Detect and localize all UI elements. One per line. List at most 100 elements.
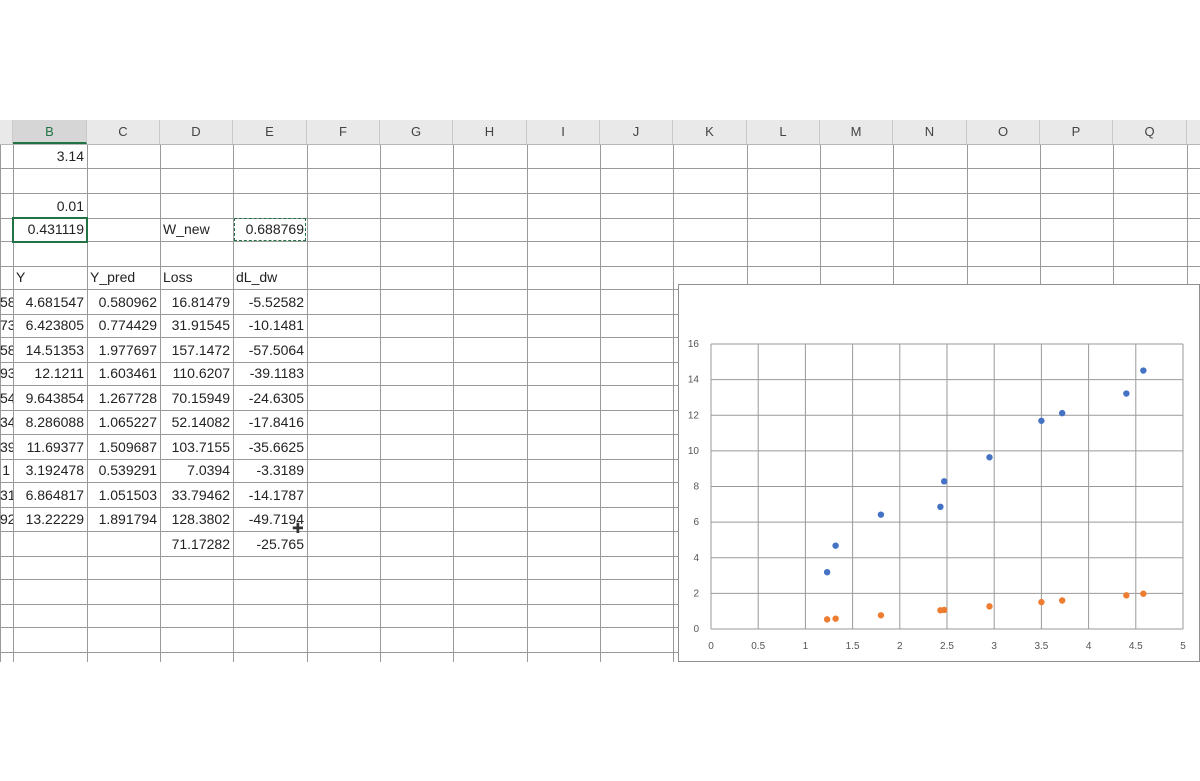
table-cell[interactable]: -5.52582 — [233, 291, 307, 314]
table-header-dl-dw[interactable]: dL_dw — [233, 266, 307, 289]
scatter-point-series-1 — [1140, 367, 1147, 374]
clipped-x-value[interactable]: 39 — [0, 436, 13, 459]
scatter-point-series-1 — [937, 503, 944, 511]
column-header-b[interactable]: B — [13, 120, 87, 144]
table-cell[interactable]: 1.051503 — [87, 484, 160, 507]
column-header-i[interactable]: I — [527, 120, 600, 144]
table-cell[interactable]: 31.91545 — [160, 314, 233, 337]
table-cell[interactable]: 157.1472 — [160, 339, 233, 362]
total-loss[interactable]: 71.17282 — [160, 533, 233, 556]
table-cell[interactable]: -39.1183 — [233, 362, 307, 385]
table-header-y[interactable]: Y — [13, 266, 87, 289]
x-tick-label: 4 — [1086, 641, 1092, 652]
scatter-point-series-1 — [877, 511, 885, 518]
y-tick-label: 8 — [693, 482, 699, 493]
scatter-chart-svg: 0 0.5 1 1.5 2 2.5 3 3.5 4 4.5 5 0 2 4 6 8 10 12 14 16 — [688, 339, 1186, 652]
column-header-d[interactable]: D — [160, 120, 233, 144]
table-cell[interactable]: 128.3802 — [160, 508, 233, 531]
table-cell[interactable]: 70.15949 — [160, 387, 233, 410]
column-header-g[interactable]: G — [380, 120, 453, 144]
table-cell[interactable]: 6.864817 — [13, 484, 87, 507]
scatter-chart[interactable]: 0 0.5 1 1.5 2 2.5 3 3.5 4 4.5 5 0 2 4 6 8 10 12 14 16 — [678, 284, 1200, 662]
table-cell[interactable]: 9.643854 — [13, 387, 87, 410]
table-cell[interactable]: 103.7155 — [160, 436, 233, 459]
clipped-x-value[interactable]: 92 — [0, 508, 13, 531]
table-cell[interactable]: -57.5064 — [233, 339, 307, 362]
x-tick-label: 0.5 — [751, 641, 765, 652]
table-cell[interactable]: 7.0394 — [160, 459, 233, 482]
clipped-x-value[interactable]: 58 — [0, 291, 13, 314]
clipped-x-value[interactable]: 54 — [0, 387, 13, 410]
table-cell[interactable]: 11.69377 — [13, 436, 87, 459]
column-header-o[interactable]: O — [967, 120, 1040, 144]
cell-d-label-w-new[interactable]: W_new — [160, 218, 233, 241]
table-cell[interactable]: 1.977697 — [87, 339, 160, 362]
table-cell[interactable]: 8.286088 — [13, 411, 87, 434]
clipped-x-value[interactable]: 58 — [0, 339, 13, 362]
clipped-x-value[interactable]: 34 — [0, 411, 13, 434]
scatter-point-series-1 — [1038, 417, 1045, 424]
table-cell[interactable]: 1.891794 — [87, 508, 160, 531]
scatter-point-series-2 — [823, 616, 831, 623]
column-header-row: BCDEFGHIJKLMNOPQ — [0, 120, 1200, 145]
scatter-point-series-2 — [877, 612, 885, 619]
scatter-point-series-2 — [832, 615, 839, 622]
active-cell-border — [12, 217, 88, 243]
table-cell[interactable]: 6.423805 — [13, 314, 87, 337]
table-cell[interactable]: 0.580962 — [87, 291, 160, 314]
column-header-m[interactable]: M — [820, 120, 893, 144]
table-cell[interactable]: 1.603461 — [87, 362, 160, 385]
column-header-l[interactable]: L — [747, 120, 820, 144]
column-header-e[interactable]: E — [233, 120, 307, 144]
column-header-q[interactable]: Q — [1113, 120, 1187, 144]
scatter-point-series-1 — [1058, 409, 1066, 417]
table-cell[interactable]: -17.8416 — [233, 411, 307, 434]
table-cell[interactable]: -35.6625 — [233, 436, 307, 459]
table-cell[interactable]: 1.509687 — [87, 436, 160, 459]
table-cell[interactable]: -14.1787 — [233, 484, 307, 507]
gridline-vertical — [600, 145, 601, 662]
table-cell[interactable]: -10.1481 — [233, 314, 307, 337]
cell-b-learning-rate[interactable]: 0.01 — [13, 195, 87, 218]
table-cell[interactable]: -24.6305 — [233, 387, 307, 410]
x-tick-label: 5 — [1180, 641, 1186, 652]
table-header-y-pred[interactable]: Y_pred — [87, 266, 160, 289]
table-cell[interactable]: 13.22229 — [13, 508, 87, 531]
clipped-x-value[interactable]: 93 — [0, 362, 13, 385]
table-cell[interactable]: -3.3189 — [233, 459, 307, 482]
scatter-point-series-2 — [986, 603, 993, 610]
column-header-h[interactable]: H — [453, 120, 527, 144]
table-cell[interactable]: 1.065227 — [87, 411, 160, 434]
clipped-x-value[interactable]: 1 — [0, 459, 13, 482]
table-cell[interactable]: 52.14082 — [160, 411, 233, 434]
table-cell[interactable]: 0.539291 — [87, 459, 160, 482]
x-tick-label: 2 — [897, 641, 903, 652]
scatter-point-series-2 — [1058, 597, 1066, 604]
table-cell[interactable]: 1.267728 — [87, 387, 160, 410]
table-cell[interactable]: 110.6207 — [160, 362, 233, 385]
x-tick-label: 0 — [708, 641, 714, 652]
table-cell[interactable]: 12.1211 — [13, 362, 87, 385]
column-header-p[interactable]: P — [1040, 120, 1113, 144]
table-cell[interactable]: 3.192478 — [13, 459, 87, 482]
column-header-k[interactable]: K — [673, 120, 747, 144]
table-cell[interactable]: 0.774429 — [87, 314, 160, 337]
column-header-f[interactable]: F — [307, 120, 380, 144]
column-header-j[interactable]: J — [600, 120, 673, 144]
x-tick-label: 3.5 — [1034, 641, 1048, 652]
x-tick-label: 2.5 — [940, 641, 954, 652]
table-cell[interactable]: 14.51353 — [13, 339, 87, 362]
column-header-n[interactable]: N — [893, 120, 967, 144]
table-cell[interactable]: 4.681547 — [13, 291, 87, 314]
clipped-x-value[interactable]: 31 — [0, 484, 13, 507]
column-header-c[interactable]: C — [87, 120, 160, 144]
copy-marquee — [234, 218, 306, 241]
table-header-loss[interactable]: Loss — [160, 266, 233, 289]
clipped-x-value[interactable]: 73 — [0, 314, 13, 337]
scatter-point-series-1 — [823, 568, 831, 576]
cell-b-value-3-14[interactable]: 3.14 — [13, 145, 87, 168]
table-cell[interactable]: 33.79462 — [160, 484, 233, 507]
table-cell[interactable]: 16.81479 — [160, 291, 233, 314]
x-tick-label: 3 — [991, 641, 997, 652]
y-tick-label: 2 — [693, 588, 699, 599]
